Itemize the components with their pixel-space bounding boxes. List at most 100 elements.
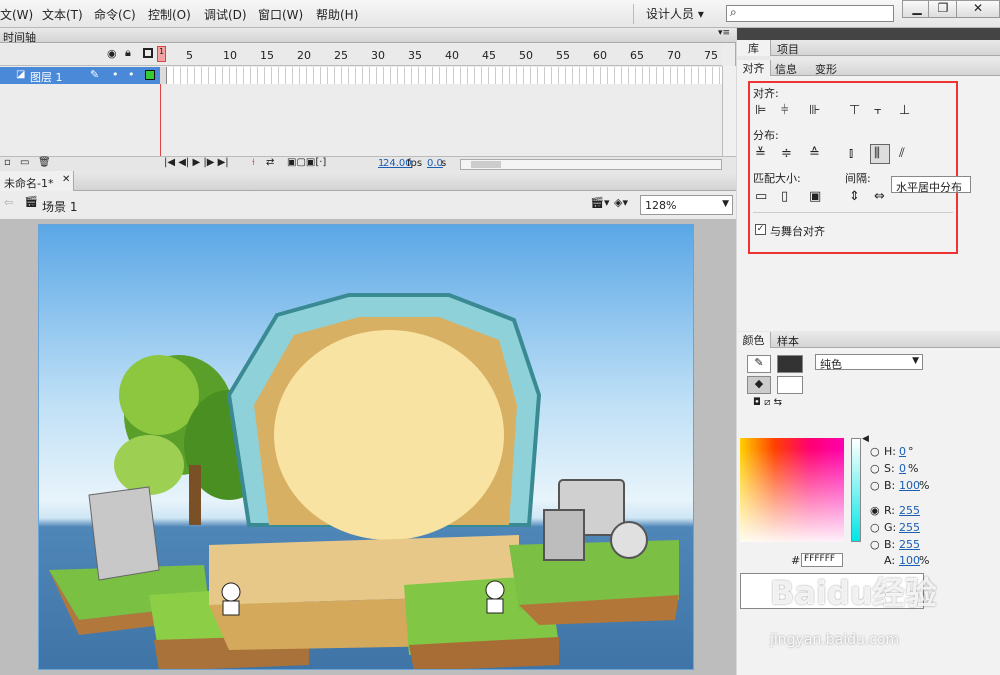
slider-arrow-icon[interactable]: ◀ [862,434,869,444]
color-spectrum[interactable] [740,438,844,542]
tab-library[interactable]: 库 [737,40,771,56]
align-right-edge-icon[interactable]: ⊪ [809,103,820,118]
menu-command[interactable]: 命令(C) [94,6,136,23]
frame-label: 10 [223,49,237,62]
match-width-height-icon[interactable]: ▣ [809,189,821,204]
layer-color-swatch[interactable] [145,70,155,80]
panel-menu-icon[interactable]: ▾≡ [718,28,730,38]
b-rgb-radio[interactable]: ○ [870,538,880,551]
layer-row[interactable]: ◪ 图层 1 ✎ • • [0,67,160,84]
close-tab-icon[interactable]: ✕ [62,174,70,185]
menu-control[interactable]: 控制(O) [148,6,191,23]
stage-artwork [49,293,679,669]
frame-label: 55 [556,49,570,62]
loop-icon[interactable]: ⇄ [266,157,274,168]
g-value[interactable]: 255 [899,521,920,534]
watermark-url: jingyan.baidu.com [770,632,900,648]
align-top-edge-icon[interactable]: ⊤ [849,103,860,118]
outline-icon[interactable] [143,48,153,58]
fill-color-swatch[interactable] [777,376,803,394]
frame-ruler[interactable]: 1 5 10 15 20 25 30 35 40 45 50 55 60 65 … [157,44,722,66]
edit-multiple-frames-icon[interactable]: ▣▢▣[·] [287,157,326,168]
space-evenly-vertical-icon[interactable]: ⇕ [849,189,860,204]
timeline-h-scrollbar[interactable] [460,159,722,170]
eye-icon[interactable]: ◉ [107,47,117,60]
close-button[interactable]: ✕ [956,0,1000,18]
brightness-slider[interactable] [851,438,861,542]
restore-button[interactable]: ❐ [928,0,958,18]
distribute-horizontal-center-button[interactable]: ⫼ [870,144,890,164]
frame-label: 5 [186,49,193,62]
search-icon: ⌕ [730,5,737,19]
r-value[interactable]: 255 [899,504,920,517]
tab-project[interactable]: 项目 [773,41,803,57]
match-width-icon[interactable]: ▭ [755,189,767,204]
s-radio[interactable]: ○ [870,462,880,475]
fill-type-select[interactable]: 纯色 ▼ [815,354,923,371]
h-value[interactable]: 0 [899,445,906,458]
match-height-icon[interactable]: ▯ [781,189,788,204]
frame-cells[interactable] [160,67,722,84]
align-to-stage-checkbox[interactable]: ✓ [755,224,766,235]
distribute-right-icon[interactable]: ⫽ [899,146,905,161]
menu-debug[interactable]: 调试(D) [204,6,247,23]
b-value[interactable]: 100 [899,479,920,492]
menu-window-partial[interactable]: 文(W) [0,6,33,23]
b-radio[interactable]: ○ [870,479,880,492]
lock-icon[interactable]: 🔒︎ [125,46,131,60]
playhead[interactable]: 1 [157,46,166,62]
back-arrow-icon[interactable]: ⇦ [4,196,13,209]
menu-text[interactable]: 文本(T) [42,6,83,23]
b-rgb-value[interactable]: 255 [899,538,920,551]
align-bottom-edge-icon[interactable]: ⊥ [899,103,910,118]
tab-color[interactable]: 颜色 [737,332,771,348]
document-area: 未命名-1* ✕ ⇦ 🎬︎ 场景 1 🎬︎▾ ◈▾ 128% ▼ [0,171,736,675]
chevron-down-icon: ▼ [912,356,919,366]
distribute-bottom-icon[interactable]: ≙ [809,146,820,161]
help-search-input[interactable]: ⌕ [726,5,894,22]
color-mode-icons[interactable]: ◘ ⧄ ⇆ [753,397,782,408]
tab-align[interactable]: 对齐 [737,60,771,76]
edit-symbols-icon[interactable]: ◈▾ [614,196,628,209]
timeline-v-scrollbar[interactable] [722,66,736,156]
delete-layer-icon[interactable]: 🗑︎ [38,157,51,168]
workspace-switcher[interactable]: 设计人员 ▾ [646,5,704,22]
menu-window[interactable]: 窗口(W) [258,6,303,23]
visibility-dot[interactable]: • [112,68,119,81]
r-radio[interactable]: ◉ [870,504,880,517]
alpha-value[interactable]: 100 [899,554,920,567]
zoom-value: 128% [645,199,677,212]
align-horizontal-center-icon[interactable]: ⫩ [781,103,788,118]
tab-transform[interactable]: 变形 [815,61,837,77]
align-vertical-center-icon[interactable]: ⫟ [874,103,882,118]
new-folder-icon[interactable]: ▭ [20,157,29,168]
distribute-vertical-center-icon[interactable]: ≑ [781,146,792,161]
stroke-color-icon[interactable]: ✎ [747,355,771,373]
playback-controls[interactable]: |◀ ◀| ▶ |▶ ▶| [164,157,229,168]
s-value[interactable]: 0 [899,462,906,475]
new-layer-icon[interactable]: ▫ [4,157,11,168]
distribute-left-icon[interactable]: ⫾ [849,146,853,161]
fill-color-icon[interactable]: ◆ [747,376,771,394]
distribute-top-icon[interactable]: ≚ [755,146,766,161]
tab-swatches[interactable]: 样本 [777,333,799,349]
stage[interactable] [38,224,694,670]
zoom-select[interactable]: 128% ▼ [640,195,733,215]
document-tab[interactable]: 未命名-1* ✕ [0,171,74,191]
timeline-tab[interactable]: 时间轴 [3,29,36,45]
layer-name[interactable]: 图层 1 [30,69,63,85]
lock-dot[interactable]: • [128,68,135,81]
scroll-thumb[interactable] [471,161,501,168]
tab-info[interactable]: 信息 [775,61,797,77]
edit-scene-icon[interactable]: 🎬︎▾ [590,196,610,209]
space-evenly-horizontal-icon[interactable]: ⇔ [874,189,885,204]
hex-input[interactable]: FFFFFF [801,553,843,567]
keyframe-1[interactable] [160,67,167,84]
align-label: 对齐: [753,87,779,100]
stroke-color-swatch[interactable] [777,355,803,373]
h-radio[interactable]: ○ [870,445,880,458]
g-radio[interactable]: ○ [870,521,880,534]
menu-help[interactable]: 帮助(H) [316,6,358,23]
onion-skin-icon[interactable]: ⟊ [252,157,255,168]
align-left-edge-icon[interactable]: ⊫ [755,103,766,118]
